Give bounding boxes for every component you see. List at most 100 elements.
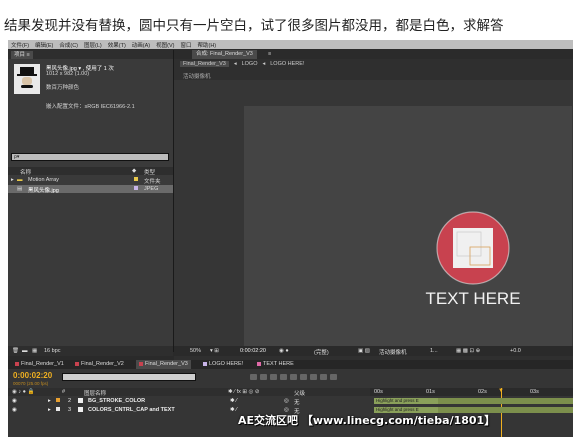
views-select[interactable]: 1... xyxy=(430,348,438,354)
expand-arrow-icon[interactable]: ▸ xyxy=(48,398,51,404)
menu-item-window[interactable]: 窗口 xyxy=(180,41,191,49)
column-type[interactable]: 类型 xyxy=(144,168,155,176)
footage-thumbnail xyxy=(14,64,40,94)
grid-icon[interactable]: ▦ ▩ ⊡ ⊕ xyxy=(456,348,480,354)
playhead-handle-icon[interactable]: ▼ xyxy=(498,388,504,394)
composition-viewer[interactable]: TEXT HERE xyxy=(174,80,573,350)
menu-item-effect[interactable]: 效果(T) xyxy=(108,41,126,49)
tab-label: LOGO HERE! xyxy=(209,361,244,367)
comp-color-icon xyxy=(257,361,261,366)
mask-icon[interactable] xyxy=(310,374,317,380)
trash-icon[interactable]: 🗑 xyxy=(12,348,19,354)
brainstorm-icon[interactable] xyxy=(300,374,307,380)
menu-item-animation[interactable]: 动画(A) xyxy=(132,41,150,49)
visibility-eye-icon[interactable]: ◉ xyxy=(12,398,17,404)
label-icon[interactable]: ◆ xyxy=(132,168,136,174)
label-color-swatch[interactable] xyxy=(134,186,138,190)
menu-item-composition[interactable]: 合成(C) xyxy=(59,41,78,49)
composition-breadcrumb: Final_Render_V3 ◂ LOGO ◂ LOGO HERE! xyxy=(174,60,573,68)
timeline-layer-row[interactable]: ◉ ▸ 2 BG_STROKE_COLOR ✱ ⁄ ◎ 无 xyxy=(8,397,370,406)
visibility-eye-icon[interactable]: ◉ xyxy=(12,407,17,413)
snapshot-icon[interactable]: ◉ ● xyxy=(279,348,289,354)
composition-canvas[interactable]: TEXT HERE xyxy=(244,106,572,350)
menu-item-view[interactable]: 视图(V) xyxy=(156,41,174,49)
time-ruler[interactable]: 00s 01s 02s 03s xyxy=(370,388,573,396)
breadcrumb-separator-icon: ◂ xyxy=(233,61,237,67)
project-search-input[interactable]: ρ▾ xyxy=(11,153,169,161)
tab-final-render-v1[interactable]: Final_Render_V1 xyxy=(12,360,67,369)
menu-item-edit[interactable]: 编辑(E) xyxy=(35,41,53,49)
layer-label-swatch[interactable] xyxy=(56,398,60,402)
tab-composition[interactable]: 合成: Final_Render_V3 xyxy=(192,50,257,59)
comp-color-icon xyxy=(75,361,79,366)
solid-layer-icon xyxy=(78,407,83,412)
thumbnail-mustache xyxy=(21,85,33,88)
shy-icon[interactable] xyxy=(260,374,267,380)
menu-item-help[interactable]: 帮助(H) xyxy=(197,41,216,49)
layer-label-swatch[interactable] xyxy=(56,407,60,411)
ruler-tick-label: 03s xyxy=(530,389,539,395)
motion-blur-icon[interactable] xyxy=(280,374,287,380)
fit-icon[interactable]: ▾ ⊞ xyxy=(210,348,219,354)
av-switches-icon[interactable]: ◉ ♪ ● 🔒 xyxy=(12,389,34,395)
layer-name[interactable]: COLORS_CNTRL_CAP and TEXT xyxy=(88,407,175,413)
tab-final-render-v3[interactable]: Final_Render_V3 xyxy=(136,360,191,369)
breadcrumb-logo[interactable]: LOGO xyxy=(242,61,258,67)
ruler-tick-label: 02s xyxy=(478,389,487,395)
column-layer-name[interactable]: 图层名称 xyxy=(84,389,106,397)
current-time-display[interactable]: 0:00:02:20 xyxy=(240,348,266,354)
comp-new-icon[interactable]: ▦ xyxy=(32,348,37,354)
tab-label: Final_Render_V3 xyxy=(145,361,188,367)
viewer-camera-label: 活动摄像机 xyxy=(183,74,211,80)
expand-arrow-icon[interactable]: ▸ xyxy=(11,177,14,183)
comp-color-icon xyxy=(203,361,207,366)
tab-label: TEXT HERE xyxy=(263,361,294,367)
region-icon[interactable]: ▣ ▨ xyxy=(358,348,370,354)
parent-select[interactable]: 无 xyxy=(294,398,300,406)
composition-tabbar: 合成: Final_Render_V3 ≡ xyxy=(174,50,573,59)
folder-new-icon[interactable]: ▬ xyxy=(22,348,28,354)
resolution-select[interactable]: (完整) xyxy=(314,348,329,356)
exposure-value[interactable]: +0.0 xyxy=(510,348,521,354)
timeline-search-input[interactable] xyxy=(62,373,196,381)
label-icon[interactable] xyxy=(330,374,337,380)
switches-icon[interactable]: ✱ ⁄ fx ⊞ ◎ ⊘ xyxy=(228,389,259,395)
breadcrumb-final-render[interactable]: Final_Render_V3 xyxy=(180,61,229,67)
parent-pick-whip-icon[interactable]: ◎ xyxy=(284,398,289,404)
tab-project[interactable]: 项目 ≡ xyxy=(11,50,33,59)
thumbnail-face xyxy=(22,77,32,85)
tab-text-here[interactable]: TEXT HERE xyxy=(254,360,297,369)
layer-switch-icon[interactable]: ✱ ⁄ xyxy=(230,398,237,404)
timeline-switches xyxy=(250,374,340,382)
panel-menu-icon[interactable]: ≡ xyxy=(264,50,275,59)
column-name[interactable]: 名称 xyxy=(20,168,31,176)
project-item-jpg[interactable]: ▤ 黑风头像.jpg JPEG xyxy=(8,185,173,194)
layer-name[interactable]: BG_STROKE_COLOR xyxy=(88,398,145,404)
tab-label: Final_Render_V1 xyxy=(21,361,64,367)
bpc-toggle[interactable]: 16 bpc xyxy=(44,348,61,354)
ae-screenshot: 文件(F) 编辑(E) 合成(C) 图层(L) 效果(T) 动画(A) 视图(V… xyxy=(8,40,573,437)
label-color-swatch[interactable] xyxy=(134,177,138,181)
layer-switch-icon[interactable]: ✱ ⁄ xyxy=(230,407,237,413)
frame-blend-icon[interactable] xyxy=(270,374,277,380)
tab-final-render-v2[interactable]: Final_Render_V2 xyxy=(72,360,127,369)
camera-select[interactable]: 活动摄像机 xyxy=(379,348,407,356)
layer-number: 2 xyxy=(68,398,72,404)
tab-logo-here[interactable]: LOGO HERE! xyxy=(200,360,246,369)
menu-item-file[interactable]: 文件(F) xyxy=(11,41,29,49)
layer-duration-bar-tail[interactable] xyxy=(438,398,573,404)
lock-icon[interactable] xyxy=(320,374,327,380)
project-item-folder[interactable]: ▸ ▬ Motion Array 文件夹 xyxy=(8,176,173,185)
layer-duration-bar[interactable]: Highlight and press E xyxy=(374,398,438,404)
graph-editor-icon[interactable] xyxy=(290,374,297,380)
zoom-select[interactable]: 50% xyxy=(190,348,201,354)
comp-color-icon xyxy=(15,361,19,366)
thumbnail-hat-brim xyxy=(17,74,37,76)
column-parent[interactable]: 父级 xyxy=(294,389,305,397)
draft-3d-icon[interactable] xyxy=(250,374,257,380)
tab-label: Final_Render_V2 xyxy=(81,361,124,367)
expand-arrow-icon[interactable]: ▸ xyxy=(48,407,51,413)
timeline-timecode[interactable]: 0:00:02:20 xyxy=(13,371,52,380)
menu-item-layer[interactable]: 图层(L) xyxy=(84,41,102,49)
breadcrumb-logo-here[interactable]: LOGO HERE! xyxy=(270,61,304,67)
